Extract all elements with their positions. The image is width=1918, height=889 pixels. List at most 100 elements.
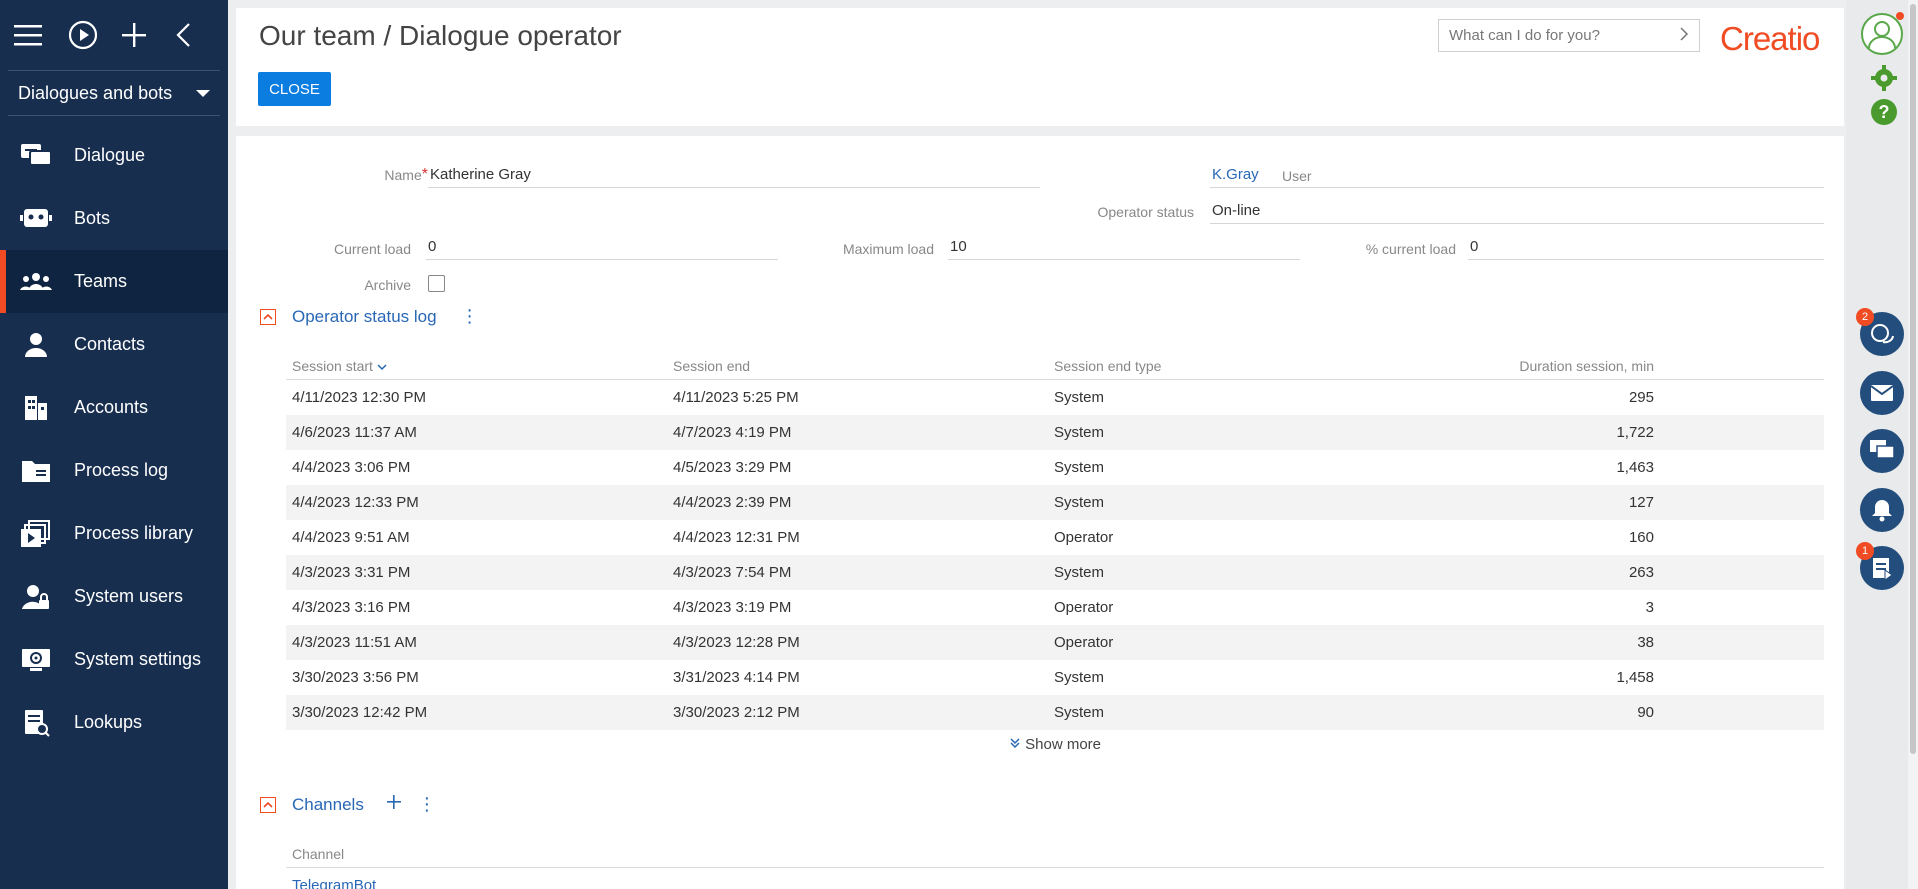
channel-link[interactable]: TelegramBot bbox=[292, 877, 376, 889]
cell-end-type: System bbox=[1054, 389, 1105, 406]
column-header-session-end[interactable]: Session end bbox=[673, 358, 750, 374]
more-actions-icon[interactable]: ⋮ bbox=[418, 794, 436, 815]
sidebar-item-dialogue[interactable]: Dialogue bbox=[0, 124, 228, 187]
menu-icon[interactable] bbox=[14, 15, 68, 55]
percent-current-load-label: % current load bbox=[1365, 241, 1456, 257]
cell-session-start: 4/11/2023 12:30 PM bbox=[292, 389, 426, 406]
archive-checkbox[interactable] bbox=[428, 275, 445, 292]
logo-text: Creatio bbox=[1720, 20, 1820, 57]
name-field[interactable]: Katherine Gray bbox=[428, 162, 1040, 188]
search-placeholder: What can I do for you? bbox=[1449, 27, 1600, 44]
messages-button[interactable] bbox=[1860, 429, 1904, 473]
cell-session-end: 4/4/2023 2:39 PM bbox=[673, 494, 792, 511]
record-page: Name * Katherine Gray User K.Gray Operato… bbox=[236, 136, 1844, 889]
maximum-load-field[interactable]: 10 bbox=[948, 234, 1300, 260]
sidebar-item-label: Teams bbox=[74, 271, 128, 291]
column-header-session-end-type[interactable]: Session end type bbox=[1054, 358, 1161, 374]
column-header-channel[interactable]: Channel bbox=[292, 846, 344, 862]
percent-current-load-field[interactable]: 0 bbox=[1468, 234, 1824, 260]
sidebar: Dialogues and bots Dialogue Bots Teams C… bbox=[0, 0, 228, 889]
table-row[interactable]: 4/3/2023 3:16 PM 4/3/2023 3:19 PM Operat… bbox=[286, 590, 1824, 625]
process-library-icon bbox=[20, 518, 52, 550]
email-button[interactable] bbox=[1860, 371, 1904, 415]
column-header-duration[interactable]: Duration session, min bbox=[1434, 358, 1654, 374]
section-selector[interactable]: Dialogues and bots bbox=[8, 70, 220, 116]
sidebar-item-system-users[interactable]: System users bbox=[0, 565, 228, 628]
cell-end-type: System bbox=[1054, 494, 1105, 511]
cell-session-start: 4/4/2023 9:51 AM bbox=[292, 529, 410, 546]
sidebar-item-teams[interactable]: Teams bbox=[0, 250, 228, 313]
sidebar-item-system-settings[interactable]: System settings bbox=[0, 628, 228, 691]
sidebar-item-process-library[interactable]: Process library bbox=[0, 502, 228, 565]
current-load-field[interactable]: 0 bbox=[426, 234, 778, 260]
gear-icon[interactable] bbox=[1870, 64, 1898, 97]
cell-end-type: System bbox=[1054, 704, 1105, 721]
help-icon[interactable]: ? bbox=[1870, 98, 1898, 131]
more-actions-icon[interactable]: ⋮ bbox=[461, 306, 479, 327]
cell-session-end: 3/30/2023 2:12 PM bbox=[673, 704, 800, 721]
right-rail: ? 2 1 bbox=[1846, 0, 1918, 889]
chevron-right-icon[interactable] bbox=[1679, 26, 1689, 45]
table-row[interactable]: 4/4/2023 9:51 AM 4/4/2023 12:31 PM Opera… bbox=[286, 520, 1824, 555]
collapse-icon[interactable] bbox=[260, 308, 276, 325]
operator-status-field[interactable]: On-line bbox=[1210, 198, 1824, 224]
cell-duration: 127 bbox=[1628, 494, 1654, 511]
table-row[interactable]: 4/4/2023 12:33 PM 4/4/2023 2:39 PM Syste… bbox=[286, 485, 1824, 520]
chat-button[interactable]: 2 bbox=[1856, 308, 1904, 356]
cell-duration: 3 bbox=[1645, 599, 1654, 616]
table-row[interactable]: 4/4/2023 3:06 PM 4/5/2023 3:29 PM System… bbox=[286, 450, 1824, 485]
sidebar-item-process-log[interactable]: Process log bbox=[0, 439, 228, 502]
table-row[interactable]: 4/3/2023 3:31 PM 4/3/2023 7:54 PM System… bbox=[286, 555, 1824, 590]
run-process-icon[interactable] bbox=[68, 15, 122, 55]
show-more-label: Show more bbox=[1025, 736, 1102, 753]
cell-duration: 1,463 bbox=[1616, 459, 1654, 476]
page-scrollbar[interactable] bbox=[1908, 0, 1918, 889]
cell-duration: 1,458 bbox=[1616, 669, 1654, 686]
operator-status-log-header: Operator status log ⋮ bbox=[260, 306, 479, 327]
cell-session-start: 4/3/2023 3:31 PM bbox=[292, 564, 411, 581]
scrollbar-thumb[interactable] bbox=[1910, 4, 1916, 754]
operator-status-label: Operator status bbox=[1097, 204, 1195, 220]
table-row[interactable]: 3/30/2023 3:56 PM 3/31/2023 4:14 PM Syst… bbox=[286, 660, 1824, 695]
cell-session-end: 4/4/2023 12:31 PM bbox=[673, 529, 800, 546]
group-title[interactable]: Operator status log bbox=[292, 307, 437, 327]
sidebar-item-bots[interactable]: Bots bbox=[0, 187, 228, 250]
table-row[interactable]: 3/30/2023 12:42 PM 3/30/2023 2:12 PM Sys… bbox=[286, 695, 1824, 730]
table-row[interactable]: 4/11/2023 12:30 PM 4/11/2023 5:25 PM Sys… bbox=[286, 380, 1824, 415]
add-icon[interactable] bbox=[386, 794, 402, 815]
add-icon[interactable] bbox=[121, 15, 175, 55]
cell-end-type: Operator bbox=[1054, 529, 1114, 546]
sort-desc-icon bbox=[377, 363, 387, 370]
channels-header: Channels ⋮ bbox=[260, 794, 436, 815]
cell-session-start: 3/30/2023 3:56 PM bbox=[292, 669, 419, 686]
notifications-button[interactable] bbox=[1860, 488, 1904, 532]
cell-session-end: 4/11/2023 5:25 PM bbox=[673, 389, 799, 406]
table-row[interactable]: 4/3/2023 11:51 AM 4/3/2023 12:28 PM Oper… bbox=[286, 625, 1824, 660]
sidebar-item-label: Accounts bbox=[74, 397, 149, 417]
dialogue-icon bbox=[20, 140, 52, 172]
svg-text:?: ? bbox=[1879, 102, 1890, 122]
sidebar-item-lookups[interactable]: Lookups bbox=[0, 691, 228, 754]
column-header-session-start[interactable]: Session start bbox=[292, 358, 387, 374]
table-row[interactable]: 4/6/2023 11:37 AM 4/7/2023 4:19 PM Syste… bbox=[286, 415, 1824, 450]
close-button[interactable]: CLOSE bbox=[258, 72, 331, 106]
collapse-icon[interactable] bbox=[260, 796, 276, 813]
lookups-icon bbox=[20, 707, 52, 739]
user-field[interactable]: K.Gray bbox=[1210, 162, 1824, 188]
collapse-sidebar-icon[interactable] bbox=[175, 15, 229, 55]
cell-end-type: System bbox=[1054, 459, 1105, 476]
bot-icon bbox=[20, 203, 52, 235]
sidebar-item-accounts[interactable]: Accounts bbox=[0, 376, 228, 439]
feed-button[interactable]: 1 bbox=[1856, 542, 1904, 590]
section-selector-label: Dialogues and bots bbox=[18, 82, 173, 103]
cell-duration: 160 bbox=[1628, 529, 1654, 546]
creatio-logo: Creatio bbox=[1720, 20, 1820, 58]
show-more-button[interactable]: Show more bbox=[286, 736, 1824, 753]
avatar[interactable] bbox=[1860, 12, 1904, 61]
command-search-input[interactable]: What can I do for you? bbox=[1438, 19, 1700, 52]
table-row[interactable]: TelegramBot bbox=[286, 868, 1824, 889]
grid-header: Channel bbox=[286, 840, 1824, 868]
cell-session-end: 4/5/2023 3:29 PM bbox=[673, 459, 792, 476]
group-title[interactable]: Channels bbox=[292, 795, 364, 815]
sidebar-item-contacts[interactable]: Contacts bbox=[0, 313, 228, 376]
